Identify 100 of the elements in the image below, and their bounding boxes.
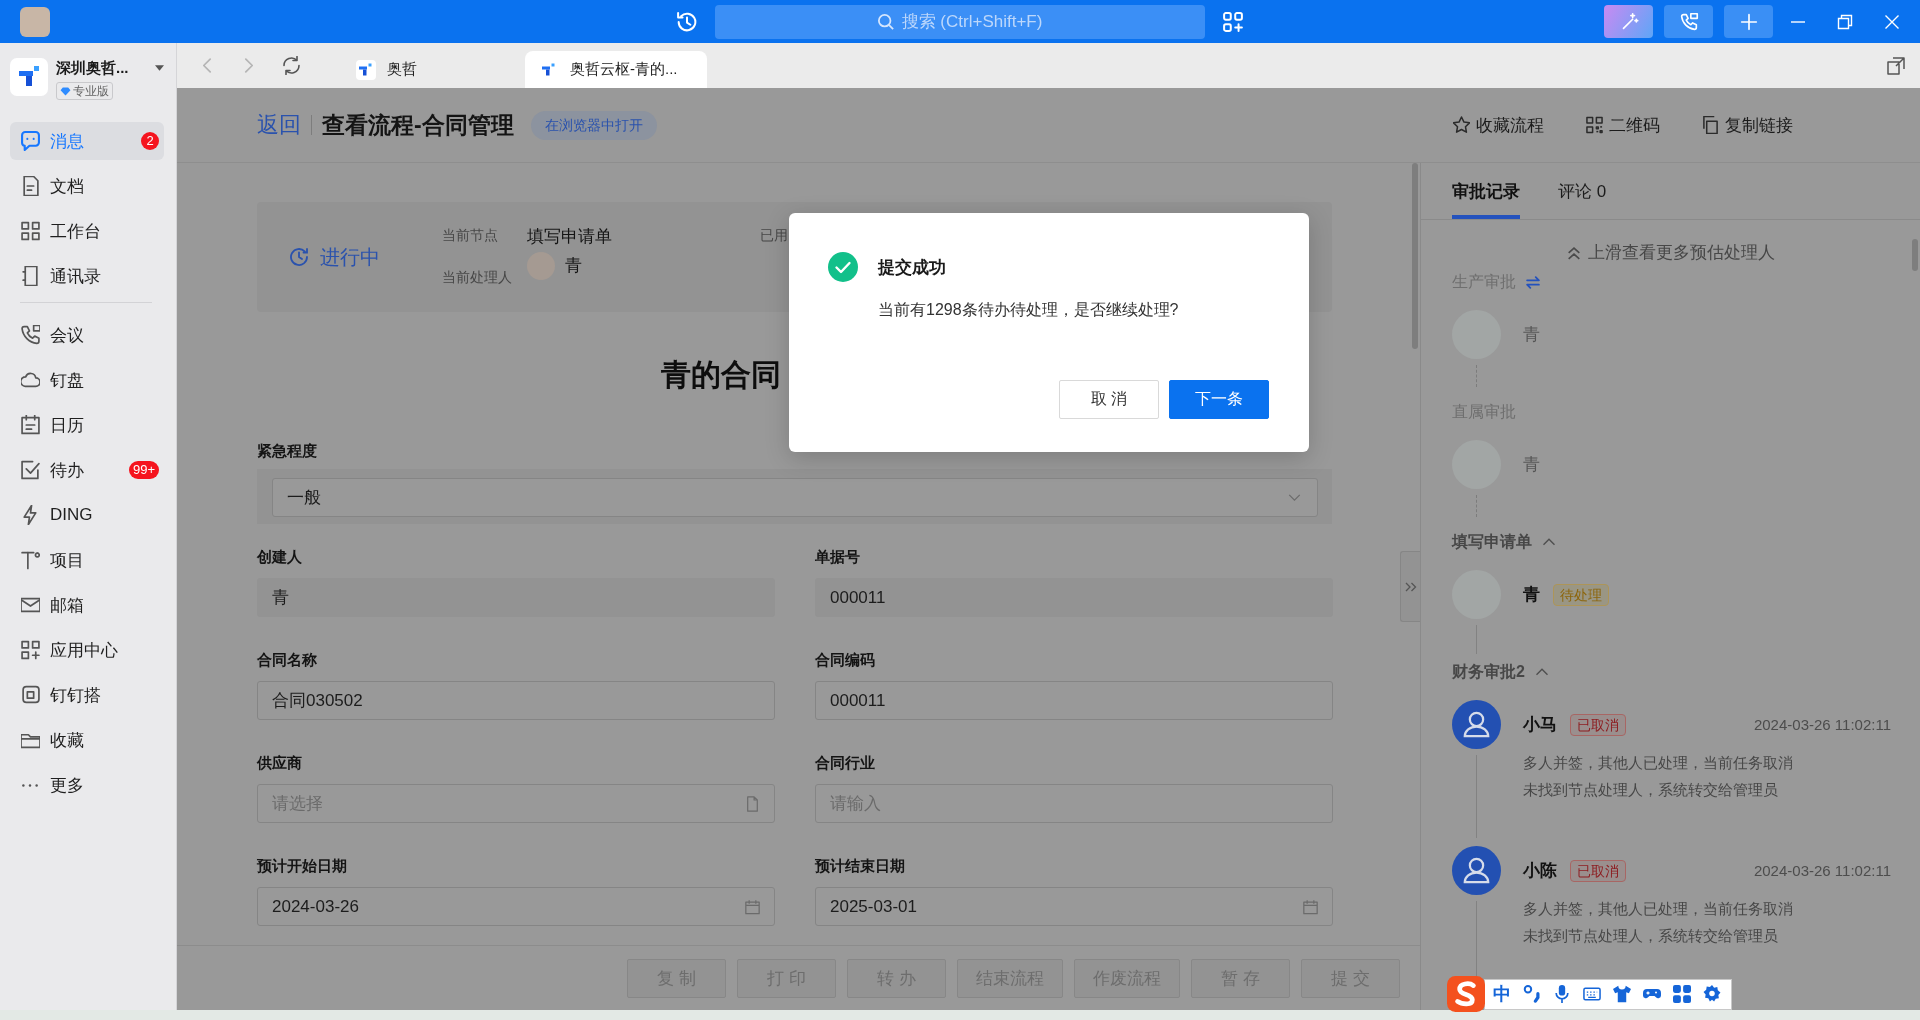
keyboard-icon[interactable]	[1583, 985, 1601, 1003]
person-name: 小陈	[1523, 860, 1557, 882]
sidebar-item[interactable]: 钉钉搭	[10, 676, 164, 714]
apps-icon[interactable]	[1673, 985, 1691, 1003]
grid-icon	[20, 221, 40, 241]
calendar-icon	[20, 415, 40, 435]
chevron-down-icon	[1288, 494, 1301, 501]
panel-tab[interactable]: 评论 0	[1558, 182, 1607, 219]
count-badge: 2	[141, 132, 159, 150]
swap-icon[interactable]	[1526, 275, 1540, 289]
star-icon	[1453, 116, 1470, 134]
field-label: 合同名称	[257, 650, 318, 670]
scrollbar-thumb[interactable]	[1912, 239, 1918, 271]
logo-icon[interactable]	[10, 58, 48, 96]
person-avatar-icon	[1452, 700, 1501, 749]
approval-note: 多人并签，其他人已处理，当前任务取消	[1523, 753, 1794, 773]
restore-icon[interactable]	[1837, 13, 1853, 30]
ime-logo-icon[interactable]	[1447, 976, 1485, 1012]
sidebar-item[interactable]: 邮箱	[10, 586, 164, 624]
add-button[interactable]	[1724, 5, 1773, 38]
sidebar-item[interactable]: 文档	[10, 167, 164, 205]
qr-code-icon	[1586, 116, 1603, 134]
field-label: 单据号	[815, 547, 861, 567]
mail-icon	[20, 595, 40, 615]
close-icon[interactable]	[1884, 13, 1900, 30]
sidebar-item[interactable]: 钉盘	[10, 361, 164, 399]
search-icon	[877, 13, 894, 30]
edition-label: 专业版	[73, 83, 109, 99]
refresh-icon[interactable]	[283, 56, 300, 75]
cancel-button[interactable]: 取 消	[1059, 380, 1159, 419]
sidebar-item[interactable]: DING	[10, 496, 164, 534]
browser-tab[interactable]: 奥哲云枢-青的...	[525, 51, 707, 88]
qr-code-button[interactable]: 二维码	[1586, 113, 1660, 137]
sidebar-item[interactable]: 项目	[10, 541, 164, 579]
checkbox-icon	[20, 460, 40, 480]
collapse-handle[interactable]	[1400, 551, 1420, 622]
text-field[interactable]: 合同030502	[257, 681, 775, 720]
sidebar-item[interactable]: 收藏	[10, 721, 164, 759]
caret-down-icon[interactable]	[155, 65, 164, 71]
person-name: 青	[1523, 454, 1540, 476]
copy-icon	[1702, 116, 1719, 134]
organization-name[interactable]: 深圳奥哲...	[56, 58, 129, 78]
person-name: 小马	[1523, 714, 1557, 736]
phone-icon	[20, 325, 40, 345]
sidebar-item[interactable]: 更多	[10, 766, 164, 804]
text-field[interactable]: 000011	[815, 681, 1333, 720]
caret-up-icon[interactable]	[1543, 538, 1555, 546]
copy-link-button[interactable]: 复制链接	[1702, 113, 1793, 137]
double-chevron-up-icon	[1568, 246, 1580, 260]
page-title: 查看流程-合同管理	[322, 110, 514, 140]
date-field[interactable]: 2024-03-26	[257, 887, 775, 926]
browser-tab[interactable]: 奥哲	[343, 51, 515, 88]
scrollbar-thumb[interactable]	[1412, 163, 1418, 349]
info-label: 当前节点	[442, 227, 499, 245]
sidebar-item[interactable]: 通讯录	[10, 257, 164, 295]
sidebar-item[interactable]: 应用中心	[10, 631, 164, 669]
field-label: 创建人	[257, 547, 303, 567]
field-label: 预计开始日期	[257, 856, 348, 876]
punctuation-icon[interactable]	[1523, 985, 1541, 1003]
approval-note: 未找到节点处理人，系统转交给管理员	[1523, 780, 1779, 800]
select-field[interactable]: 一般	[272, 478, 1318, 517]
sidebar-item[interactable]: 待办 99+	[10, 451, 164, 489]
field-label: 合同编码	[815, 650, 876, 670]
minimize-icon[interactable]	[1790, 20, 1806, 23]
info-value: 填写申请单	[527, 225, 613, 248]
status-tag: 待处理	[1553, 583, 1609, 606]
readonly-field[interactable]: 000011	[815, 578, 1333, 617]
sidebar-item[interactable]: 会议	[10, 316, 164, 354]
apps-add-icon	[20, 640, 40, 660]
history-icon[interactable]	[677, 11, 697, 32]
shirt-icon[interactable]	[1613, 985, 1631, 1003]
avatar-placeholder[interactable]	[20, 6, 50, 37]
file-icon	[745, 795, 760, 812]
status-tag: 已取消	[1570, 713, 1626, 736]
microphone-icon[interactable]	[1553, 985, 1571, 1003]
cloud-icon	[20, 370, 40, 390]
sidebar-item[interactable]: 消息 2	[10, 122, 164, 160]
panel-tab[interactable]: 审批记录	[1452, 182, 1520, 219]
sidebar-item[interactable]: 日历	[10, 406, 164, 444]
gear-icon[interactable]	[1703, 985, 1721, 1003]
caret-up-icon[interactable]	[1535, 668, 1548, 676]
calendar-icon	[1303, 898, 1318, 915]
input-mode-button[interactable]: 中	[1487, 983, 1517, 1005]
double-chevron-right-icon	[1404, 581, 1417, 592]
dialog-message: 当前有1298条待办待处理，是否继续处理?	[878, 300, 1180, 320]
next-button[interactable]: 下一条	[1169, 380, 1269, 419]
sidebar-item[interactable]: 工作台	[10, 212, 164, 250]
date-field[interactable]: 2025-03-01	[815, 887, 1333, 926]
calendar-icon	[745, 898, 760, 915]
call-button[interactable]	[1664, 5, 1713, 38]
logo-icon	[356, 59, 376, 80]
clock-icon	[290, 248, 308, 266]
person-avatar-icon	[1452, 846, 1501, 895]
apps-add-icon[interactable]	[1223, 11, 1243, 32]
diamond-icon	[60, 86, 71, 96]
field-label: 预计结束日期	[815, 856, 906, 876]
favorite-button[interactable]: 收藏流程	[1453, 113, 1544, 137]
readonly-field[interactable]: 青	[257, 578, 775, 617]
dialog-title: 提交成功	[878, 256, 946, 279]
pop-out-icon[interactable]	[1887, 56, 1905, 75]
